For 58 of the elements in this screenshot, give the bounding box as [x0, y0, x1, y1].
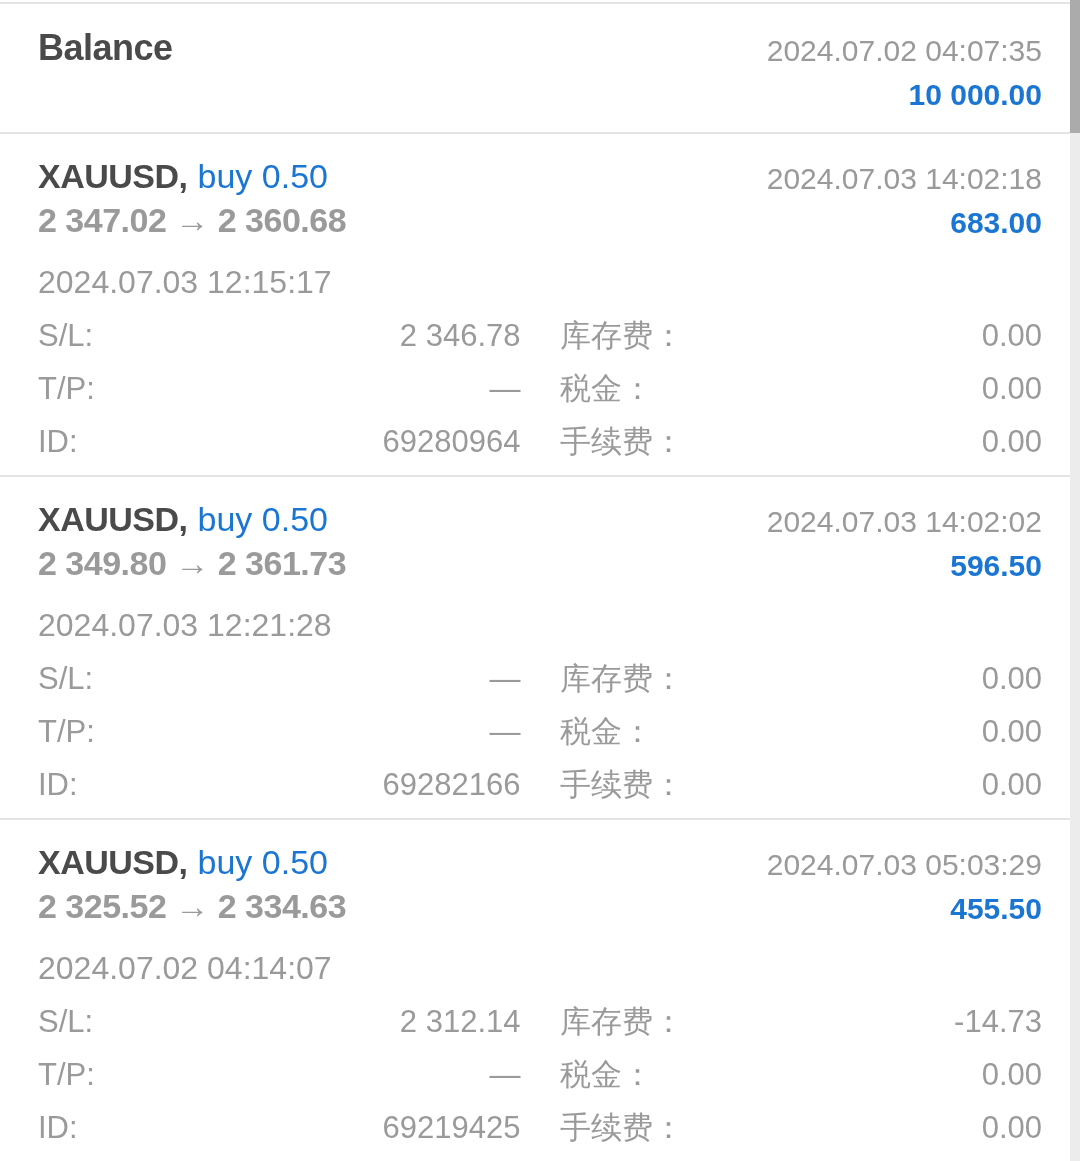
detail-value: 0.00: [981, 659, 1042, 698]
price-range: 2 349.80 → 2 361.73: [38, 543, 347, 584]
detail-label: 库存费：: [559, 659, 684, 698]
profit-amount: 683.00: [950, 205, 1042, 241]
order-type-volume: buy 0.50: [197, 499, 328, 540]
profit-amount: 455.50: [950, 891, 1042, 927]
close-time: 2024.07.03 05:03:29: [766, 847, 1042, 883]
detail-label: T/P:: [38, 712, 95, 751]
detail-label: T/P:: [38, 1055, 95, 1094]
detail-label: 库存费：: [559, 316, 684, 355]
detail-value: 0.00: [981, 316, 1042, 355]
detail-value: 69219425: [382, 1108, 521, 1147]
price-range: 2 347.02 → 2 360.68: [38, 200, 347, 241]
symbol-text: XAUUSD,: [38, 156, 188, 197]
price-range: 2 325.52 → 2 334.63: [38, 886, 347, 927]
order-type-volume: buy 0.50: [197, 156, 328, 197]
detail-label: 手续费：: [559, 422, 684, 461]
scrollbar-thumb[interactable]: [1070, 0, 1080, 133]
detail-value: 0.00: [981, 1108, 1042, 1147]
open-time: 2024.07.03 12:15:17: [38, 263, 332, 302]
detail-label: 手续费：: [559, 1108, 684, 1147]
detail-label: 税金：: [559, 1055, 653, 1094]
close-time: 2024.07.03 14:02:18: [766, 161, 1042, 197]
detail-label: S/L:: [38, 659, 94, 698]
detail-label: 税金：: [559, 712, 653, 751]
detail-value: —: [489, 659, 521, 698]
detail-value: 0.00: [981, 369, 1042, 408]
detail-value: 2 312.14: [399, 1002, 521, 1041]
detail-value: —: [489, 1055, 521, 1094]
order-type-volume: buy 0.50: [197, 842, 328, 883]
symbol-text: XAUUSD,: [38, 499, 188, 540]
open-time: 2024.07.02 04:14:07: [38, 949, 332, 988]
detail-label: 库存费：: [559, 1002, 684, 1041]
open-time: 2024.07.03 12:21:28: [38, 606, 332, 645]
detail-label: S/L:: [38, 1002, 94, 1041]
close-time: 2024.07.03 14:02:02: [766, 504, 1042, 540]
detail-value: 0.00: [981, 712, 1042, 751]
detail-value: 0.00: [981, 765, 1042, 804]
detail-label: ID:: [38, 765, 78, 804]
detail-value: 69280964: [382, 422, 521, 461]
balance-amount: 10 000.00: [908, 77, 1042, 113]
detail-label: 手续费：: [559, 765, 684, 804]
symbol-text: XAUUSD,: [38, 842, 188, 883]
detail-value: 2 346.78: [399, 316, 521, 355]
detail-value: 69282166: [382, 765, 521, 804]
detail-label: 税金：: [559, 369, 653, 408]
detail-label: ID:: [38, 1108, 78, 1147]
detail-label: T/P:: [38, 369, 95, 408]
detail-value: 0.00: [981, 422, 1042, 461]
detail-label: S/L:: [38, 316, 94, 355]
detail-value: —: [489, 712, 521, 751]
detail-value: 0.00: [981, 1055, 1042, 1094]
detail-value: -14.73: [954, 1002, 1042, 1041]
balance-title: Balance: [38, 26, 173, 70]
detail-label: ID:: [38, 422, 78, 461]
detail-value: —: [489, 369, 521, 408]
balance-time: 2024.07.02 04:07:35: [766, 33, 1042, 69]
profit-amount: 596.50: [950, 548, 1042, 584]
